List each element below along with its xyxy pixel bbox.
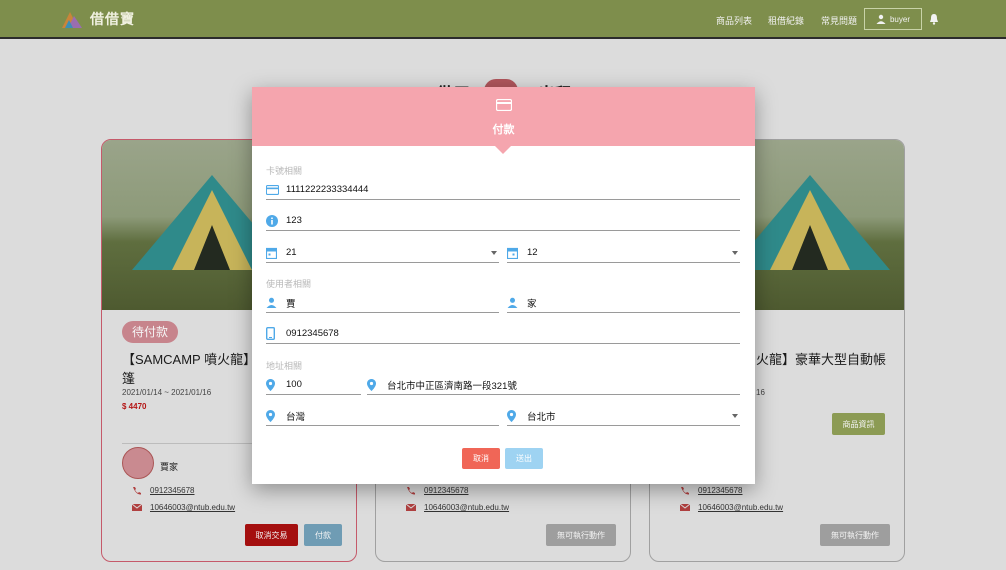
expiry-day-select[interactable]: 21: [266, 243, 499, 263]
location-pin-icon: [507, 409, 516, 422]
person-icon: [266, 297, 277, 308]
last-name-field[interactable]: 賈: [266, 293, 499, 313]
location-pin-icon: [266, 378, 275, 391]
dialog-title: 付款: [492, 124, 515, 136]
header-pointer: [494, 145, 512, 154]
location-pin-icon: [266, 409, 275, 422]
person-icon: [507, 297, 518, 308]
submit-button[interactable]: 送出: [505, 448, 543, 469]
section-user: 使用者相關: [266, 279, 312, 289]
calendar-icon: [507, 247, 518, 259]
country-field[interactable]: 台灣: [266, 406, 499, 426]
phone-field[interactable]: 0912345678: [266, 324, 740, 344]
credit-card-icon: [266, 184, 279, 195]
calendar-icon: [266, 247, 277, 259]
credit-card-icon: [496, 99, 512, 111]
expiry-month-select[interactable]: 12: [507, 243, 740, 263]
mobile-phone-icon: [266, 327, 275, 340]
chevron-down-icon: [491, 250, 497, 255]
card-number-field[interactable]: 1111222233334444: [266, 180, 740, 200]
section-address: 地址相關: [266, 361, 303, 371]
city-select[interactable]: 台北市: [507, 406, 740, 426]
payment-dialog: 付款 卡號相關 1111222233334444 123 21 12 使用者相關…: [252, 87, 755, 484]
cancel-button[interactable]: 取消: [462, 448, 500, 469]
dialog-header: 付款: [252, 87, 755, 154]
chevron-down-icon: [732, 413, 738, 418]
info-icon: [266, 214, 278, 227]
location-pin-icon: [367, 378, 376, 391]
cvv-field[interactable]: 123: [266, 211, 740, 231]
chevron-down-icon: [732, 250, 738, 255]
address-field[interactable]: 台北市中正區濟南路一段321號: [367, 375, 740, 395]
first-name-field[interactable]: 家: [507, 293, 740, 313]
section-card: 卡號相關: [266, 166, 303, 176]
zip-code-field[interactable]: 100: [266, 375, 361, 395]
